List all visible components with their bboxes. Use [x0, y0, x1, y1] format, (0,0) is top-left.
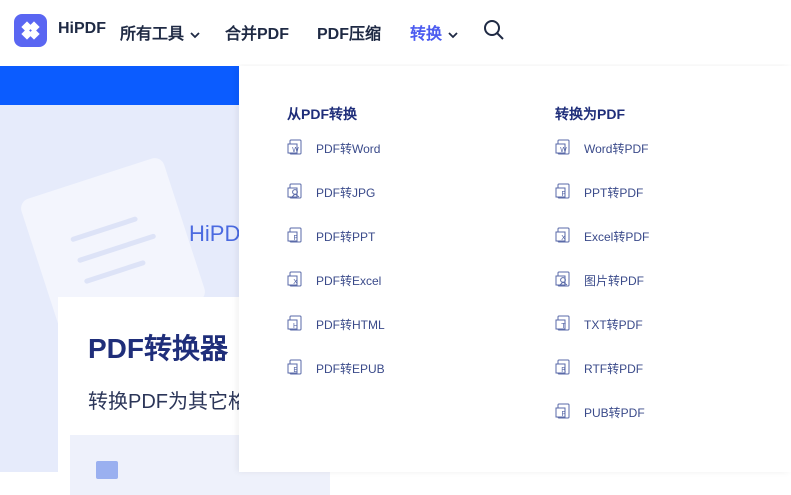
top-navigation: HiPDF 所有工具 合并PDF PDF压缩 转换: [0, 0, 791, 64]
search-icon[interactable]: [483, 19, 505, 46]
ppt-doc-icon: P: [287, 227, 303, 243]
hero-brand-text: HiPD: [189, 221, 241, 246]
word-doc-icon: W: [287, 139, 303, 155]
word-doc-icon: W: [555, 139, 571, 155]
page-title: PDF转换器: [88, 333, 229, 364]
nav-merge-pdf-label: 合并PDF: [225, 26, 290, 43]
hipdf-logo-icon[interactable]: [14, 14, 47, 47]
image-doc-icon: [555, 271, 571, 287]
ppt-doc-icon: P: [555, 183, 571, 199]
html-doc-icon: H: [287, 315, 303, 331]
menu-item-label: PPT转PDF: [584, 186, 644, 200]
svg-text:X: X: [561, 234, 566, 242]
menu-item-label: 图片转PDF: [584, 274, 645, 288]
chevron-down-icon: [448, 26, 458, 44]
nav-all-tools[interactable]: 所有工具: [120, 20, 200, 44]
nav-all-tools-label: 所有工具: [120, 26, 185, 43]
txt-doc-icon: T: [555, 315, 571, 331]
to-pdf-heading: 转换为PDF: [555, 106, 625, 122]
svg-text:W: W: [560, 146, 567, 154]
epub-doc-icon: E: [287, 359, 303, 375]
rtf-doc-icon: R: [555, 359, 571, 375]
from-pdf-heading: 从PDF转换: [287, 106, 357, 122]
excel-doc-icon: X: [555, 227, 571, 243]
menu-item-label: TXT转PDF: [584, 318, 643, 332]
page-subtitle: 转换PDF为其它格: [88, 391, 248, 413]
pub-doc-icon: P: [555, 403, 571, 419]
menu-item-label: PDF转Word: [316, 142, 381, 156]
nav-merge-pdf[interactable]: 合并PDF: [225, 20, 289, 44]
menu-item-label: PDF转Excel: [316, 274, 382, 288]
svg-text:P: P: [561, 410, 565, 418]
menu-item-label: Word转PDF: [584, 142, 649, 156]
convert-dropdown-menu: 从PDF转换 转换为PDF W PDF转Word PDF转JPG P PDF转PPT…: [239, 66, 791, 472]
svg-text:E: E: [293, 366, 297, 374]
menu-item-label: PUB转PDF: [584, 406, 645, 420]
file-icon: [96, 461, 118, 479]
nav-compress-pdf-label: PDF压缩: [317, 26, 382, 43]
image-doc-icon: [287, 183, 303, 199]
menu-item-label: PDF转JPG: [316, 186, 376, 200]
nav-convert[interactable]: 转换: [410, 20, 458, 44]
brand-name[interactable]: HiPDF: [58, 20, 106, 38]
nav-compress-pdf[interactable]: PDF压缩: [317, 20, 381, 44]
chevron-down-icon: [190, 26, 200, 44]
svg-text:X: X: [293, 278, 298, 286]
menu-item-label: PDF转PPT: [316, 230, 376, 244]
svg-text:R: R: [561, 366, 566, 374]
svg-text:W: W: [292, 146, 299, 154]
menu-item-label: PDF转EPUB: [316, 362, 385, 376]
excel-doc-icon: X: [287, 271, 303, 287]
svg-text:H: H: [293, 322, 298, 330]
svg-text:P: P: [293, 234, 297, 242]
svg-text:P: P: [561, 190, 565, 198]
nav-convert-label: 转换: [410, 26, 443, 43]
svg-text:T: T: [560, 322, 566, 330]
menu-item-label: RTF转PDF: [584, 362, 644, 376]
menu-item-label: PDF转HTML: [316, 318, 385, 332]
menu-item-label: Excel转PDF: [584, 230, 650, 244]
